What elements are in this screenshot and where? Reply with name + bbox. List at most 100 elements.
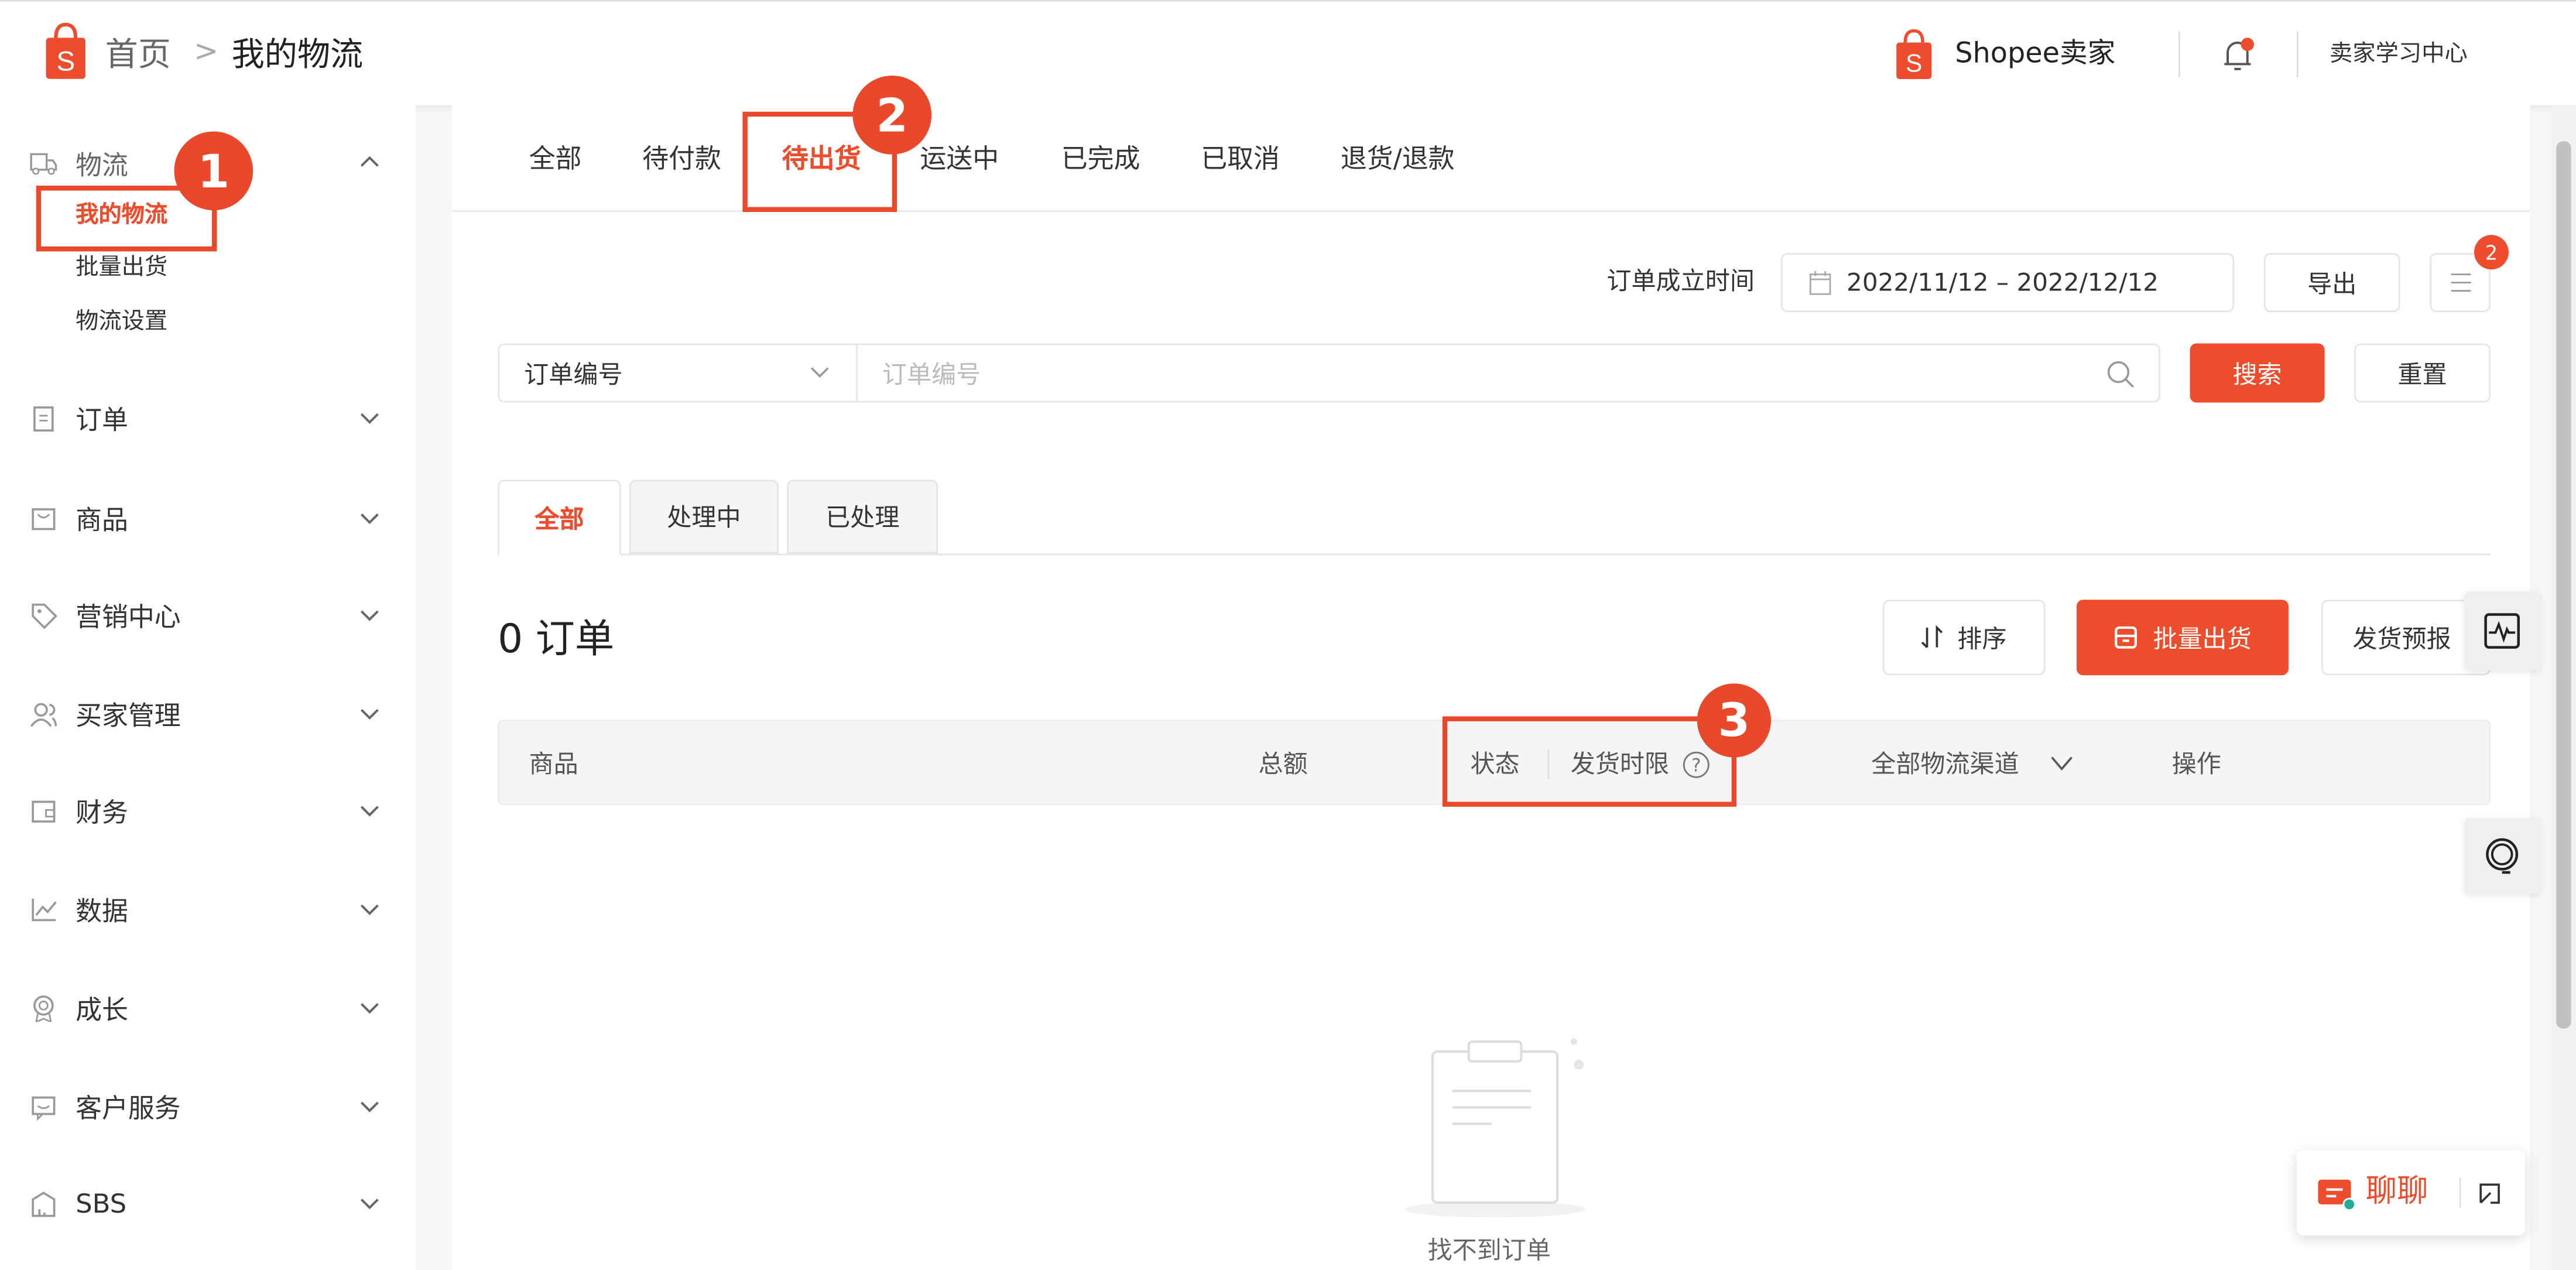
calendar-icon <box>1809 271 1831 295</box>
printer-icon <box>2115 626 2138 649</box>
sort-icon <box>1922 625 1944 648</box>
breadcrumb-separator: > <box>194 34 219 69</box>
pulse-icon <box>2484 613 2520 649</box>
breadcrumb-current: 我的物流 <box>231 34 364 74</box>
reset-button[interactable]: 重置 <box>2354 343 2491 403</box>
sidebar-item-label: 物流 <box>76 149 128 181</box>
search-input[interactable]: 订单编号 <box>855 343 2161 403</box>
breadcrumb-home[interactable]: 首页 <box>105 38 171 71</box>
divider <box>2459 1177 2461 1208</box>
headset-icon <box>2486 838 2519 874</box>
tab-0[interactable]: 全部 <box>529 145 582 173</box>
sort-button[interactable]: 排序 <box>1882 600 2046 676</box>
divider <box>2296 31 2298 77</box>
chevron-down-icon[interactable] <box>358 1191 381 1214</box>
sidebar-item-label: 买家管理 <box>76 700 181 731</box>
sidebar-sub-bulk-ship[interactable]: 批量出货 <box>76 256 167 279</box>
column-action: 操作 <box>2171 749 2221 779</box>
search-placeholder: 订单编号 <box>882 359 981 389</box>
sidebar-item-label: SBS <box>76 1187 127 1218</box>
sidebar-item-7[interactable]: 客户服务 <box>0 1081 416 1130</box>
shopee-logo-icon[interactable]: S <box>44 21 87 80</box>
date-filter-label: 订单成立时间 <box>1606 266 1755 296</box>
svg-text:S: S <box>56 46 75 77</box>
brand-name[interactable]: Shopee卖家 <box>1955 40 2115 69</box>
date-range-picker[interactable]: 2022/11/12 – 2022/12/12 <box>1780 253 2235 313</box>
tab-4[interactable]: 已完成 <box>1061 145 1140 173</box>
sidebar-item-4[interactable]: 财务 <box>0 785 416 834</box>
annotation-marker-1: 1 <box>174 131 254 211</box>
tag-icon <box>32 603 57 629</box>
expand-icon[interactable] <box>2478 1182 2502 1206</box>
scrollbar-track[interactable] <box>2551 105 2576 1270</box>
sidebar-item-label: 数据 <box>76 895 128 927</box>
chevron-down-icon[interactable] <box>358 799 381 821</box>
sidebar-item-label: 订单 <box>76 404 128 436</box>
search-button[interactable]: 搜索 <box>2190 343 2325 403</box>
tab-6[interactable]: 退货/退款 <box>1341 145 1455 173</box>
list-icon <box>2450 273 2470 292</box>
annotation-marker-2: 2 <box>852 76 932 155</box>
truck-icon <box>30 152 57 174</box>
sidebar-item-3[interactable]: 买家管理 <box>0 689 416 738</box>
order-count: 0 订单 <box>498 616 615 662</box>
subtab-processing[interactable]: 处理中 <box>629 480 779 554</box>
top-header: S 首页 > 我的物流 S Shopee卖家 卖家学习中心 <box>0 0 2576 105</box>
export-button[interactable]: 导出 <box>2263 253 2400 313</box>
chevron-down-icon[interactable] <box>358 701 381 724</box>
bell-icon[interactable] <box>2221 37 2254 74</box>
message-icon <box>32 1096 56 1120</box>
sidebar-item-label: 财务 <box>76 796 128 829</box>
column-product: 商品 <box>529 749 578 779</box>
subtab-divider <box>498 553 2491 556</box>
date-range-value: 2022/11/12 – 2022/12/12 <box>1847 268 2159 297</box>
chevron-down-icon[interactable] <box>2049 754 2075 774</box>
subtab-all[interactable]: 全部 <box>498 480 621 556</box>
empty-clipboard-icon <box>1405 1038 1585 1218</box>
column-total: 总额 <box>1258 749 1308 779</box>
learning-center-link[interactable]: 卖家学习中心 <box>2330 43 2468 66</box>
annotation-box-3 <box>1442 716 1737 807</box>
annotation-marker-3: 3 <box>1697 683 1771 758</box>
column-channel-filter[interactable]: 全部物流渠道 <box>1871 752 2019 777</box>
sidebar-item-5[interactable]: 数据 <box>0 884 416 933</box>
support-float-button[interactable] <box>2464 818 2540 894</box>
chevron-down-icon[interactable] <box>358 897 381 920</box>
empty-state-text: 找不到订单 <box>1427 1235 1551 1265</box>
chevron-up-icon[interactable] <box>358 151 381 174</box>
sort-label: 排序 <box>1957 623 2007 653</box>
scrollbar-thumb[interactable] <box>2556 141 2571 1029</box>
search-field-value: 订单编号 <box>524 359 623 389</box>
tab-3[interactable]: 运送中 <box>920 145 999 173</box>
users-icon <box>30 702 57 727</box>
chat-widget[interactable]: 聊聊 <box>2296 1150 2525 1236</box>
sidebar-item-label: 商品 <box>76 504 128 536</box>
monitor-float-button[interactable] <box>2464 591 2540 670</box>
chat-label: 聊聊 <box>2365 1173 2428 1210</box>
tab-5[interactable]: 已取消 <box>1201 145 1280 173</box>
chevron-down-icon[interactable] <box>358 506 381 529</box>
sidebar-item-label: 客户服务 <box>76 1093 181 1124</box>
bulk-ship-label: 批量出货 <box>2153 623 2252 653</box>
chevron-down-icon[interactable] <box>358 1094 381 1117</box>
subtab-processed[interactable]: 已处理 <box>787 480 938 554</box>
sidebar-item-6[interactable]: 成长 <box>0 983 416 1032</box>
sidebar-item-8[interactable]: SBS <box>0 1178 416 1227</box>
chat-icon <box>2318 1179 2356 1211</box>
chart-icon <box>32 898 57 920</box>
sidebar-item-1[interactable]: 商品 <box>0 493 416 542</box>
clipboard-icon <box>33 405 54 431</box>
tab-1[interactable]: 待付款 <box>642 145 721 173</box>
wallet-icon <box>32 800 56 822</box>
chevron-down-icon[interactable] <box>358 406 381 429</box>
bulk-ship-button[interactable]: 批量出货 <box>2076 600 2289 676</box>
sidebar-item-0[interactable]: 订单 <box>0 393 416 442</box>
sidebar-item-2[interactable]: 营销中心 <box>0 590 416 639</box>
shopee-seller-logo-icon: S <box>1896 29 1932 80</box>
chevron-down-icon[interactable] <box>358 603 381 626</box>
sidebar-sub-logistics-settings[interactable]: 物流设置 <box>76 310 167 333</box>
chevron-down-icon[interactable] <box>358 995 381 1018</box>
search-icon[interactable] <box>2106 360 2136 390</box>
search-field-select[interactable]: 订单编号 <box>498 343 858 403</box>
bag-icon <box>32 507 56 529</box>
